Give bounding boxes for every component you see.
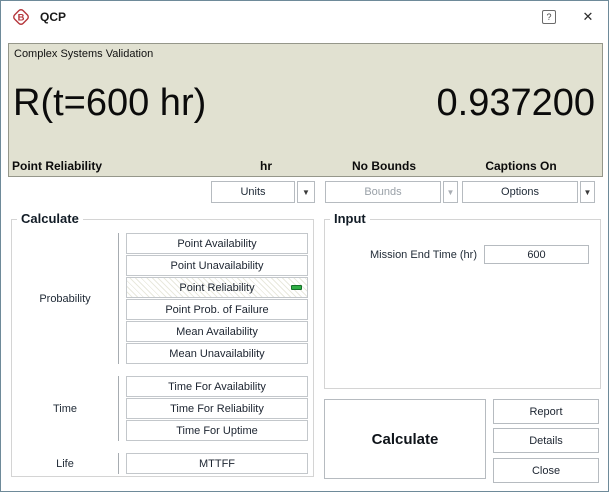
mission-end-time-label: Mission End Time (hr): [370, 248, 477, 261]
group-separator: [118, 453, 119, 474]
time-for-reliability-button[interactable]: Time For Reliability: [126, 398, 308, 419]
caption-captions: Captions On: [485, 159, 557, 173]
caption-bounds: No Bounds: [352, 159, 416, 173]
report-button[interactable]: Report: [493, 399, 599, 424]
result-value: 0.937200: [436, 82, 596, 124]
calculate-groupbox-title: Calculate: [17, 211, 83, 226]
probability-group: Probability Point Availability Point Una…: [12, 233, 313, 364]
point-reliability-button[interactable]: Point Reliability: [126, 277, 308, 298]
point-availability-button[interactable]: Point Availability: [126, 233, 308, 254]
mean-availability-button[interactable]: Mean Availability: [126, 321, 308, 342]
results-panel: Complex Systems Validation R(t=600 hr) 0…: [8, 43, 603, 177]
qcp-window: B QCP ? ✕ Complex Systems Validation R(t…: [0, 0, 609, 492]
options-dropdown-arrow-icon[interactable]: ▼: [580, 181, 595, 203]
time-group: Time Time For Availability Time For Reli…: [12, 376, 313, 441]
units-dropdown-arrow-icon[interactable]: ▼: [297, 181, 315, 203]
mission-end-time-input[interactable]: [484, 245, 589, 264]
options-button[interactable]: Options: [462, 181, 578, 203]
caption-units: hr: [260, 159, 272, 173]
details-button[interactable]: Details: [493, 428, 599, 453]
caption-metric: Point Reliability: [12, 159, 103, 173]
titlebar: B QCP ? ✕: [1, 1, 608, 33]
calculate-groupbox: Calculate Probability Point Availability…: [11, 211, 314, 477]
units-button[interactable]: Units: [211, 181, 295, 203]
app-icon-letter: B: [18, 13, 25, 24]
mean-unavailability-button[interactable]: Mean Unavailability: [126, 343, 308, 364]
result-expression: R(t=600 hr): [13, 82, 207, 124]
point-reliability-label: Point Reliability: [179, 281, 255, 294]
window-title: QCP: [40, 10, 67, 24]
life-group: Life MTTFF: [12, 453, 313, 474]
input-groupbox: Input Mission End Time (hr): [324, 211, 601, 389]
calculate-button[interactable]: Calculate: [324, 399, 486, 479]
group-separator: [118, 376, 119, 441]
group-separator: [118, 233, 119, 364]
help-icon[interactable]: ?: [542, 10, 556, 24]
close-icon[interactable]: ✕: [580, 9, 596, 25]
bounds-button: Bounds: [325, 181, 441, 203]
input-groupbox-title: Input: [330, 211, 370, 226]
bounds-dropdown-arrow-icon: ▼: [443, 181, 458, 203]
mttff-button[interactable]: MTTFF: [126, 453, 308, 474]
selected-indicator-icon: [291, 285, 302, 290]
point-prob-of-failure-button[interactable]: Point Prob. of Failure: [126, 299, 308, 320]
app-icon: B: [13, 9, 29, 25]
time-label: Time: [52, 402, 78, 415]
time-for-availability-button[interactable]: Time For Availability: [126, 376, 308, 397]
close-dialog-button[interactable]: Close: [493, 458, 599, 483]
point-unavailability-button[interactable]: Point Unavailability: [126, 255, 308, 276]
results-header: Complex Systems Validation: [14, 48, 154, 60]
probability-label: Probability: [39, 292, 91, 305]
time-for-uptime-button[interactable]: Time For Uptime: [126, 420, 308, 441]
life-label: Life: [56, 457, 74, 470]
